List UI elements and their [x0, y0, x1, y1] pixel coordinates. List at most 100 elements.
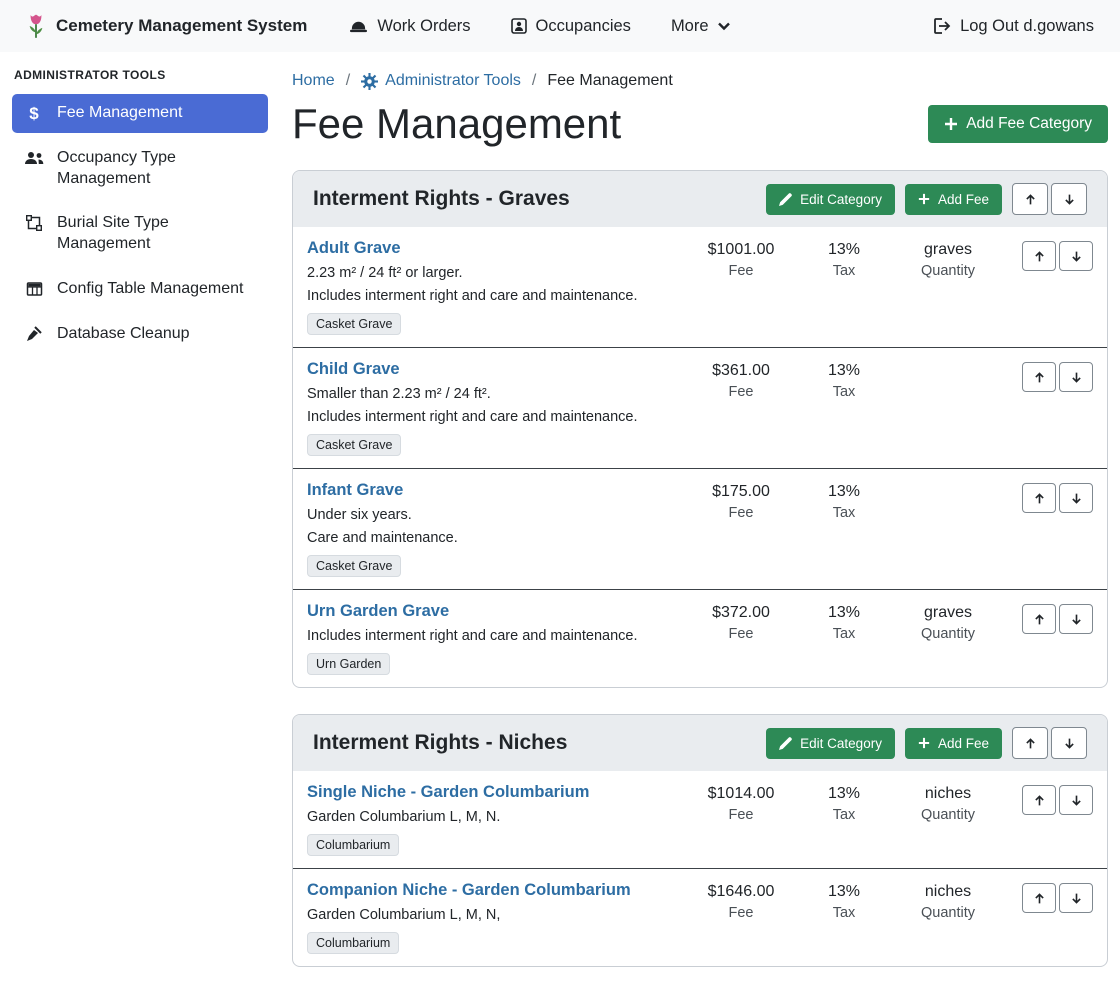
sidebar-item-label: Burial Site Type Management — [57, 213, 256, 255]
fee-name-link[interactable]: Urn Garden Grave — [307, 602, 449, 621]
move-category-down-button[interactable] — [1051, 183, 1087, 215]
fee-details: Child Grave Smaller than 2.23 m² / 24 ft… — [307, 360, 682, 456]
move-fee-down-button[interactable] — [1059, 883, 1093, 913]
category-card: Interment Rights - Niches Edit Category … — [292, 714, 1108, 967]
add-fee-button[interactable]: Add Fee — [905, 184, 1002, 215]
sidebar-item-label: Occupancy Type Management — [57, 148, 256, 190]
pencil-icon — [779, 737, 792, 750]
fee-details: Single Niche - Garden Columbarium Garden… — [307, 783, 682, 856]
page-title: Fee Management — [292, 100, 621, 148]
move-fee-up-button[interactable] — [1022, 883, 1056, 913]
nav-occupancies[interactable]: Occupancies — [511, 17, 631, 36]
arrow-down-icon — [1063, 193, 1076, 206]
edit-category-button[interactable]: Edit Category — [766, 728, 895, 759]
arrow-down-icon — [1070, 250, 1083, 263]
fee-name-link[interactable]: Single Niche - Garden Columbarium — [307, 783, 589, 802]
edit-category-button[interactable]: Edit Category — [766, 184, 895, 215]
move-fee-down-button[interactable] — [1059, 241, 1093, 271]
fee-name-link[interactable]: Infant Grave — [307, 481, 403, 500]
sidebar-item-burial-site-type-management[interactable]: Burial Site Type Management — [12, 204, 268, 264]
move-fee-down-button[interactable] — [1059, 362, 1093, 392]
fee-amount-label: Fee — [682, 626, 800, 642]
fee-amount: $175.00 — [682, 483, 800, 501]
nav-more[interactable]: More — [671, 17, 730, 36]
hard-hat-icon — [349, 18, 368, 35]
plus-icon — [918, 737, 930, 749]
fee-details: Adult Grave 2.23 m² / 24 ft² or larger. … — [307, 239, 682, 335]
quantity-unit: niches — [888, 883, 1008, 901]
breadcrumb-admin-tools[interactable]: Administrator Tools — [361, 72, 521, 90]
fee-reorder-buttons — [1022, 881, 1093, 913]
fee-name-link[interactable]: Adult Grave — [307, 239, 401, 258]
logout-label: Log Out d.gowans — [960, 17, 1094, 36]
tax-label: Tax — [800, 626, 888, 642]
move-category-up-button[interactable] — [1012, 183, 1048, 215]
add-fee-category-button[interactable]: Add Fee Category — [928, 105, 1108, 143]
category-reorder-buttons — [1012, 183, 1087, 215]
sidebar-item-occupancy-type-management[interactable]: Occupancy Type Management — [12, 139, 268, 199]
breadcrumb-home[interactable]: Home — [292, 72, 335, 90]
fee-details: Companion Niche - Garden Columbarium Gar… — [307, 881, 682, 954]
logout-button[interactable]: Log Out d.gowans — [933, 17, 1094, 36]
move-category-down-button[interactable] — [1051, 727, 1087, 759]
fee-details: Urn Garden Grave Includes interment righ… — [307, 602, 682, 675]
add-fee-button[interactable]: Add Fee — [905, 728, 1002, 759]
fee-name-link[interactable]: Child Grave — [307, 360, 400, 379]
sidebar-item-label: Database Cleanup — [57, 324, 190, 345]
move-fee-up-button[interactable] — [1022, 362, 1056, 392]
tax-value: 13% — [800, 362, 888, 380]
quantity-label: Quantity — [888, 807, 1008, 823]
breadcrumb-separator: / — [532, 72, 536, 90]
category-header: Interment Rights - Niches Edit Category … — [293, 715, 1107, 771]
arrow-up-icon — [1033, 492, 1046, 505]
sidebar-item-label: Fee Management — [57, 103, 182, 124]
sidebar: ADMINISTRATOR TOOLS $ Fee Management Occ… — [0, 52, 280, 376]
app-title: Cemetery Management System — [56, 16, 307, 36]
move-fee-up-button[interactable] — [1022, 483, 1056, 513]
move-fee-down-button[interactable] — [1059, 785, 1093, 815]
move-fee-up-button[interactable] — [1022, 785, 1056, 815]
tax-column: 13% Tax — [800, 360, 888, 400]
fee-type-badge: Casket Grave — [307, 434, 401, 456]
tax-value: 13% — [800, 604, 888, 622]
arrow-up-icon — [1024, 737, 1037, 750]
fee-amount-column: $175.00 Fee — [682, 481, 800, 521]
fee-description-line: Includes interment right and care and ma… — [307, 409, 672, 425]
move-category-up-button[interactable] — [1012, 727, 1048, 759]
fee-description-line: Smaller than 2.23 m² / 24 ft². — [307, 386, 672, 402]
breadcrumb-separator: / — [346, 72, 350, 90]
fee-description-line: Under six years. — [307, 507, 672, 523]
sidebar-item-config-table-management[interactable]: Config Table Management — [12, 270, 268, 309]
fee-details: Infant Grave Under six years. Care and m… — [307, 481, 682, 577]
tax-value: 13% — [800, 241, 888, 259]
dollar-icon: $ — [24, 105, 44, 122]
arrow-down-icon — [1070, 371, 1083, 384]
nav-more-label: More — [671, 17, 709, 36]
sidebar-item-database-cleanup[interactable]: Database Cleanup — [12, 315, 268, 354]
arrow-down-icon — [1063, 737, 1076, 750]
top-navbar: Cemetery Management System Work Orders O… — [0, 0, 1120, 52]
move-fee-down-button[interactable] — [1059, 483, 1093, 513]
fee-type-badge: Columbarium — [307, 834, 399, 856]
tax-column: 13% Tax — [800, 602, 888, 642]
category-title: Interment Rights - Niches — [313, 731, 766, 755]
fee-description-line: Care and maintenance. — [307, 530, 672, 546]
fee-description-line: Garden Columbarium L, M, N, — [307, 907, 672, 923]
move-fee-up-button[interactable] — [1022, 241, 1056, 271]
breadcrumb: Home / Administrator Tools / Fee Managem… — [292, 72, 1108, 90]
fee-row: Infant Grave Under six years. Care and m… — [293, 468, 1107, 589]
tax-label: Tax — [800, 384, 888, 400]
nav-work-orders[interactable]: Work Orders — [349, 17, 470, 36]
fee-name-link[interactable]: Companion Niche - Garden Columbarium — [307, 881, 631, 900]
tax-column: 13% Tax — [800, 881, 888, 921]
move-fee-up-button[interactable] — [1022, 604, 1056, 634]
broom-icon — [24, 326, 44, 342]
app-brand[interactable]: Cemetery Management System — [26, 11, 307, 41]
chevron-down-icon — [718, 22, 730, 31]
move-fee-down-button[interactable] — [1059, 604, 1093, 634]
tax-column: 13% Tax — [800, 481, 888, 521]
fee-reorder-buttons — [1022, 481, 1093, 513]
sidebar-item-fee-management[interactable]: $ Fee Management — [12, 94, 268, 133]
fee-amount: $1014.00 — [682, 785, 800, 803]
quantity-unit: graves — [888, 241, 1008, 259]
